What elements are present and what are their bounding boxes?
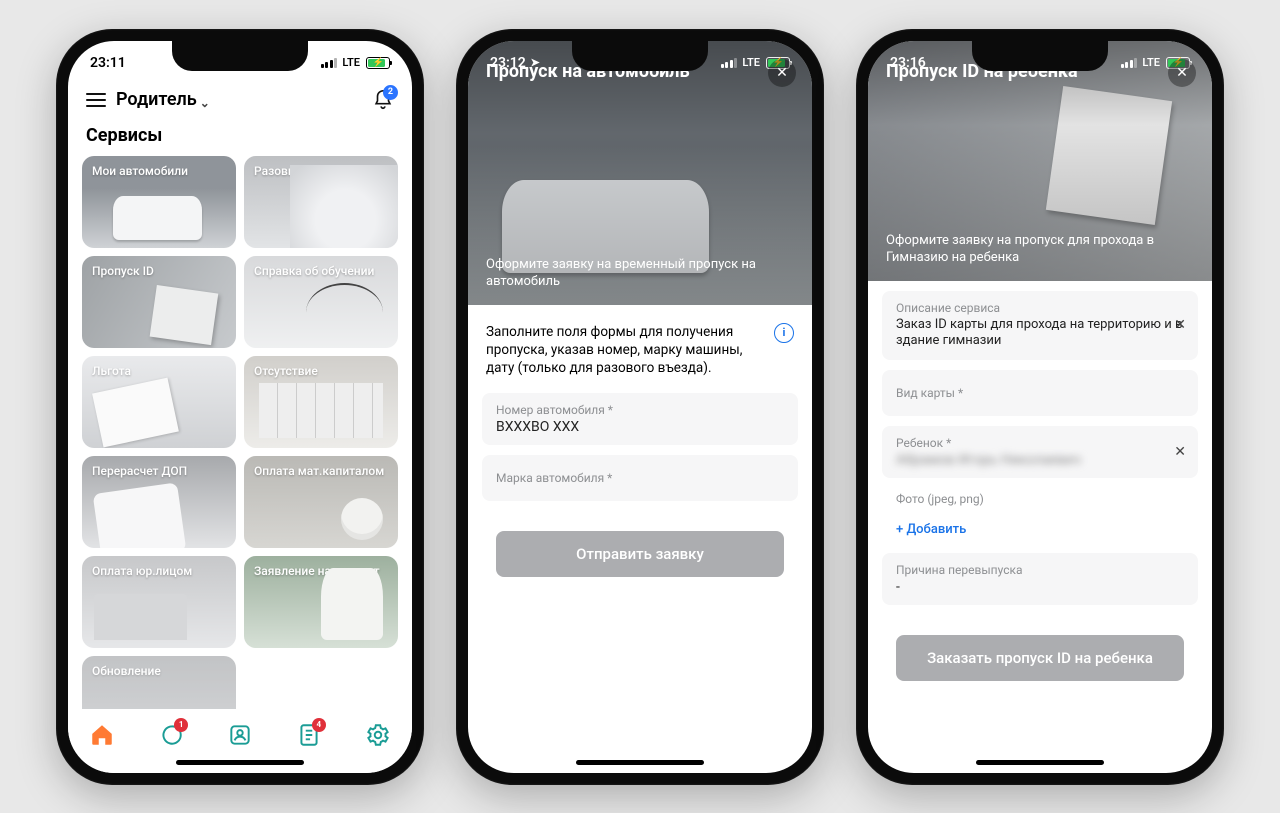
field-car-plate[interactable]: Номер автомобиля * ВХХХВО ХХХ [482, 393, 798, 445]
home-indicator[interactable] [976, 760, 1104, 765]
tile-distance[interactable]: Заявление на дистант [244, 556, 398, 648]
tab-chat-badge: 1 [174, 718, 188, 732]
field-description: Описание сервиса Заказ ID карты для прох… [882, 291, 1198, 361]
role-selector[interactable]: Родитель ⌄ [116, 89, 210, 110]
photo-section: Фото (jpeg, png) [882, 488, 1198, 516]
tab-chat[interactable]: 1 [158, 722, 184, 748]
signal-icon [321, 58, 338, 68]
submit-button[interactable]: Заказать пропуск ID на ребенка [896, 635, 1184, 681]
tile-absence[interactable]: Отсутствие [244, 356, 398, 448]
services-grid: Мои автомобили Разовый пропуск Пропуск I… [68, 156, 412, 709]
close-button[interactable]: ✕ [768, 59, 796, 87]
tab-home[interactable] [89, 722, 115, 748]
tile-pass-id[interactable]: Пропуск ID [82, 256, 236, 348]
clear-icon[interactable]: ✕ [1174, 444, 1186, 460]
network-label: LTE [342, 56, 360, 69]
section-title: Сервисы [68, 115, 412, 156]
tile-recalc[interactable]: Перерасчет ДОП [82, 456, 236, 548]
close-button[interactable]: ✕ [1168, 59, 1196, 87]
tab-docs[interactable]: 4 [296, 722, 322, 748]
field-reason[interactable]: Причина перевыпуска - [882, 553, 1198, 605]
chevron-down-icon: ⌄ [197, 96, 210, 110]
tile-study-cert[interactable]: Справка об обучении [244, 256, 398, 348]
notifications-badge: 2 [383, 85, 398, 100]
tab-settings[interactable] [365, 722, 391, 748]
submit-button[interactable]: Отправить заявку [496, 531, 784, 577]
tile-matcap[interactable]: Оплата мат.капиталом [244, 456, 398, 548]
tile-benefit[interactable]: Льгота [82, 356, 236, 448]
notifications-button[interactable]: 2 [372, 89, 394, 111]
clear-icon[interactable]: ✕ [1174, 317, 1186, 333]
field-child[interactable]: Ребенок * Абрамов Игорь Николаевич ✕ [882, 426, 1198, 478]
modal-subtitle: Оформите заявку на временный пропуск на … [486, 257, 794, 291]
field-card-type[interactable]: Вид карты * [882, 370, 1198, 416]
home-indicator[interactable] [576, 760, 704, 765]
menu-icon[interactable] [86, 93, 106, 107]
form-info-text: Заполните поля формы для получения пропу… [486, 323, 764, 378]
field-car-brand[interactable]: Марка автомобиля * [482, 455, 798, 501]
tile-legal-pay[interactable]: Оплата юр.лицом [82, 556, 236, 648]
modal-subtitle: Оформите заявку на пропуск для прохода в… [886, 233, 1194, 267]
home-indicator[interactable] [176, 760, 304, 765]
tab-docs-badge: 4 [312, 718, 326, 732]
battery-icon: ⚡ [366, 57, 390, 69]
info-icon[interactable]: i [774, 323, 794, 343]
tile-update[interactable]: Обновление [82, 656, 236, 709]
tab-profile[interactable] [227, 722, 253, 748]
tile-single-pass[interactable]: Разовый пропуск [244, 156, 398, 248]
tile-my-cars[interactable]: Мои автомобили [82, 156, 236, 248]
add-photo-link[interactable]: + Добавить [882, 522, 1198, 553]
status-time: 23:11 [90, 55, 126, 71]
